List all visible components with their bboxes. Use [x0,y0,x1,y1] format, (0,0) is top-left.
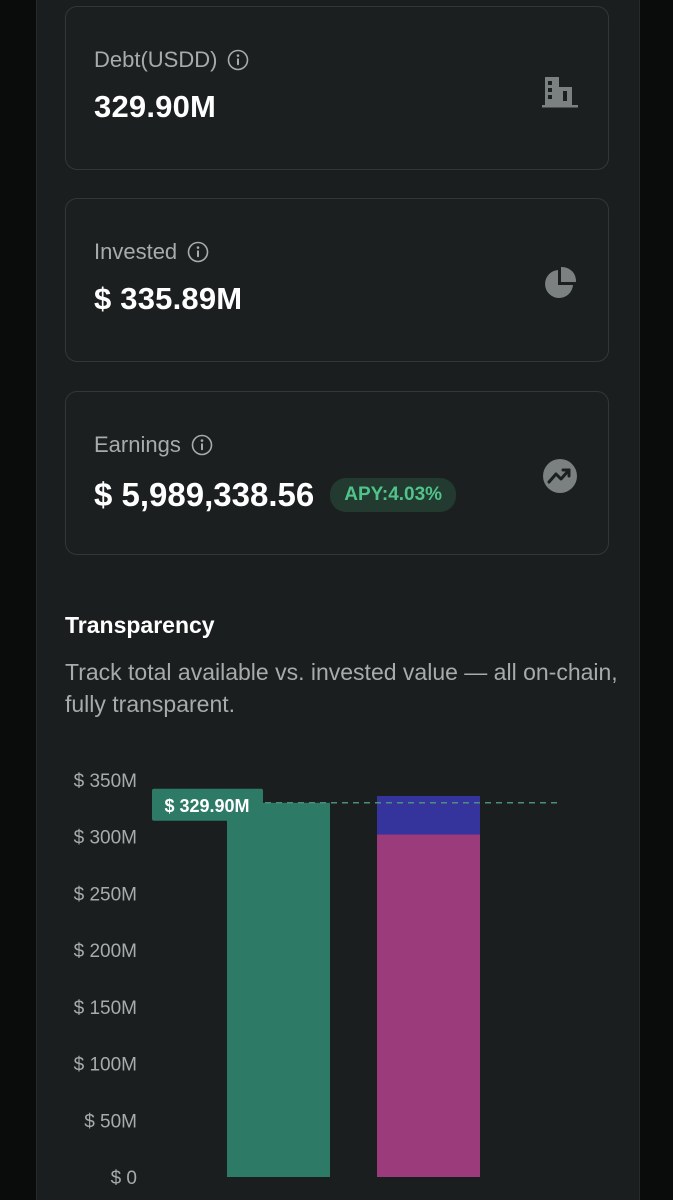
y-tick-label: $ 200M [74,941,137,962]
y-tick-label: $ 0 [111,1168,137,1189]
info-icon[interactable] [187,241,209,263]
trending-up-icon [543,459,577,493]
earnings-card: Earnings $ 5,989,338.56 APY:4.03% [65,391,609,555]
y-tick-label: $ 350M [74,771,137,792]
y-tick-label: $ 300M [74,828,137,849]
bar-2-segment-1 [377,834,480,1177]
apy-badge: APY:4.03% [330,478,457,512]
debt-card: Debt(USDD) 329.90M [65,6,609,170]
earnings-value: $ 5,989,338.56 [94,476,315,513]
invested-label-row: Invested [94,239,209,265]
earnings-label-row: Earnings [94,432,213,458]
building-icon [542,77,578,108]
transparency-title: Transparency [65,612,215,638]
debt-label: Debt(USDD) [94,47,218,72]
info-icon[interactable] [227,49,249,71]
invested-card: Invested $ 335.89M [65,198,609,362]
bar-2-segment-2 [377,796,480,835]
invested-label: Invested [94,239,178,264]
reference-label: $ 329.90M [164,796,249,816]
y-tick-label: $ 150M [74,998,137,1019]
y-tick-label: $ 100M [74,1055,137,1076]
transparency-chart: $ 0 $ 50M $ 100M $ 150M $ 200M $ 250M $ 300M $ … [74,771,557,1189]
main-panel: Debt(USDD) 329.90M Invested $ 335.89M Ea… [36,0,640,1200]
transparency-description: Track total available vs. invested value… [65,659,618,717]
earnings-value-row: $ 5,989,338.56 APY:4.03% [94,476,457,514]
pie-chart-icon [545,266,577,298]
info-icon[interactable] [191,434,213,456]
debt-value: 329.90M [94,89,217,124]
y-tick-label: $ 250M [74,884,137,905]
debt-label-row: Debt(USDD) [94,47,249,73]
y-tick-label: $ 50M [84,1111,137,1132]
bar-1-segment-1 [227,802,330,1177]
invested-value: $ 335.89M [94,281,243,316]
earnings-label: Earnings [94,432,181,457]
